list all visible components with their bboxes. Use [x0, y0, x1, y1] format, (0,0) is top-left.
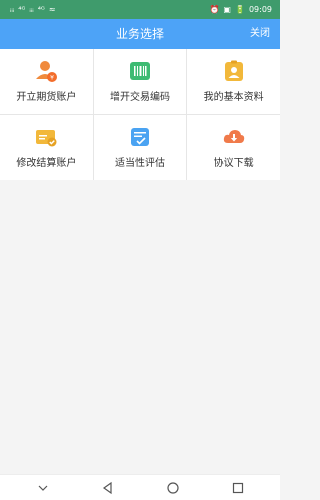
wifi-icon: ≈ — [48, 5, 56, 14]
status-right: ⏰ ▣ 🔋 09:09 — [209, 0, 272, 19]
bank-card-icon — [34, 125, 58, 149]
back-triangle-icon[interactable] — [98, 478, 118, 498]
menu-item-open-account[interactable]: ¥ 开立期货账户 — [0, 49, 93, 114]
status-bar: ᵢᵢᵢ ⁴ᴳ ᵢᵢᵢ ⁴ᴳ ≈ ⏰ ▣ 🔋 09:09 — [0, 0, 280, 19]
profile-card-icon — [222, 59, 246, 83]
signal-icon: ᵢᵢᵢ — [29, 5, 34, 14]
battery-icon: 🔋 — [234, 5, 245, 14]
system-nav-bar — [0, 474, 280, 500]
chevron-down-icon[interactable] — [33, 478, 53, 498]
status-time: 09:09 — [248, 5, 272, 14]
open-account-icon: ¥ — [34, 59, 58, 83]
menu-item-change-settlement-account[interactable]: 修改结算账户 — [0, 115, 93, 180]
app-header: 业务选择 关闭 — [0, 19, 280, 49]
menu-item-label: 适当性评估 — [114, 158, 165, 169]
page-title: 业务选择 — [115, 27, 164, 41]
menu-item-label: 修改结算账户 — [16, 158, 77, 169]
recents-square-icon[interactable] — [228, 478, 248, 498]
menu-item-label: 增开交易编码 — [109, 92, 170, 103]
vibrate-icon: ▣ — [223, 5, 231, 14]
signal-icon: ᵢᵢᵢ — [10, 5, 15, 14]
close-button[interactable]: 关闭 — [250, 19, 270, 49]
barcode-icon — [128, 59, 152, 83]
menu-item-label: 开立期货账户 — [16, 92, 77, 103]
network-icon: ⁴ᴳ — [18, 5, 26, 14]
cloud-download-icon — [222, 125, 246, 149]
svg-text:¥: ¥ — [50, 75, 54, 82]
menu-item-label: 我的基本资料 — [203, 92, 264, 103]
alarm-icon: ⏰ — [209, 5, 220, 14]
menu-item-label: 协议下载 — [213, 158, 254, 169]
status-left: ᵢᵢᵢ ⁴ᴳ ᵢᵢᵢ ⁴ᴳ ≈ — [10, 0, 56, 19]
menu-item-suitability-assessment[interactable]: 适当性评估 — [93, 115, 187, 180]
menu-item-my-profile[interactable]: 我的基本资料 — [187, 49, 280, 114]
assessment-icon — [128, 125, 152, 149]
network-icon: ⁴ᴳ — [37, 5, 45, 14]
business-menu-grid: ¥ 开立期货账户 增开交易编码 我的基本资料 修改结算账户 适当性评估 协议下载 — [0, 49, 280, 180]
menu-item-agreement-download[interactable]: 协议下载 — [187, 115, 280, 180]
home-circle-icon[interactable] — [163, 478, 183, 498]
menu-item-add-trading-code[interactable]: 增开交易编码 — [93, 49, 187, 114]
